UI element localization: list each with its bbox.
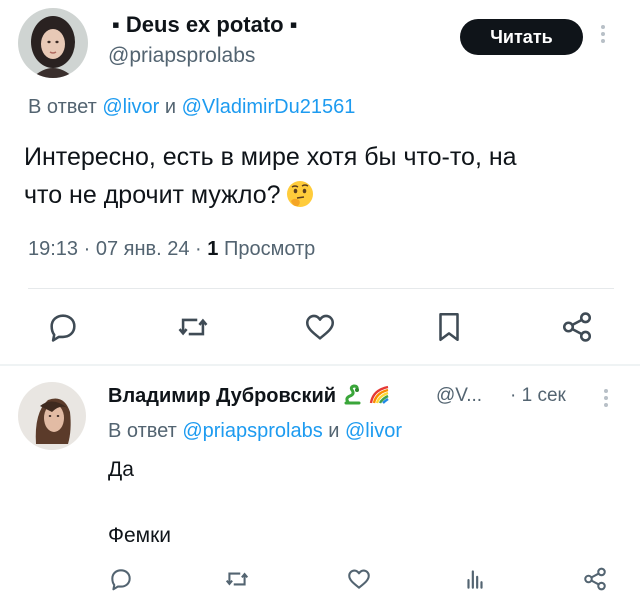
tweet-meta: 19:13 · 07 янв. 24 · 1 Просмотр <box>28 238 315 261</box>
like-icon[interactable] <box>346 566 372 592</box>
thinking-face-icon <box>286 181 313 207</box>
share-icon[interactable] <box>582 566 608 592</box>
reply-text-line-2: Фемки <box>108 524 171 547</box>
tweet-text-line-2: что не дрочит мужло? <box>24 181 281 209</box>
share-icon[interactable] <box>560 310 594 344</box>
bookmark-icon[interactable] <box>432 310 466 344</box>
reply-author-name-text[interactable]: Владимир Дубровский <box>108 385 336 407</box>
mention-livor[interactable]: @livor <box>102 96 159 118</box>
mention-vladimir[interactable]: @VladimirDu21561 <box>182 96 356 118</box>
reply-author-avatar[interactable] <box>18 382 86 450</box>
reply-icon[interactable] <box>108 566 134 592</box>
author-avatar[interactable] <box>18 8 88 78</box>
reply-text-line-1: Да <box>108 458 134 481</box>
reply-to-line: В ответ @priapsprolabs и @livor <box>108 420 402 443</box>
reply-timestamp[interactable]: · 1 сек <box>510 385 566 407</box>
mention-priapsprolabs[interactable]: @priapsprolabs <box>182 420 322 442</box>
reply-more-options-icon[interactable] <box>603 386 609 410</box>
reply-prefix: В ответ <box>28 96 103 118</box>
follow-button[interactable]: Читать <box>460 19 583 55</box>
reply-author-handle[interactable]: @V... <box>436 385 482 407</box>
views-count: 1 <box>207 238 219 260</box>
retweet-icon[interactable] <box>224 566 250 592</box>
divider <box>28 288 614 289</box>
section-separator <box>0 364 640 366</box>
reply-conj: и <box>159 96 182 118</box>
rainbow-icon <box>369 385 389 404</box>
like-icon[interactable] <box>303 310 337 344</box>
more-options-icon[interactable] <box>600 22 606 46</box>
reply-conj: и <box>322 420 345 442</box>
views-label: Просмотр <box>218 238 316 260</box>
reply-icon[interactable] <box>46 310 80 344</box>
mention-livor[interactable]: @livor <box>345 420 402 442</box>
main-tweet: ▪ Deus ex potato ▪ @priapsprolabs Читать… <box>0 0 640 365</box>
views-icon[interactable] <box>462 566 488 592</box>
tweet-text-line-1: Интересно, есть в мире хотя бы что-то, н… <box>24 143 517 171</box>
reply-to-line: В ответ @livor и @VladimirDu21561 <box>28 96 355 119</box>
author-name[interactable]: ▪ Deus ex potato ▪ <box>112 12 298 38</box>
tweet-timestamp[interactable]: 19:13 · 07 янв. 24 · <box>28 238 207 260</box>
reply-author-name[interactable]: Владимир Дубровский <box>108 384 391 408</box>
retweet-icon[interactable] <box>176 310 210 344</box>
snake-icon <box>344 384 361 405</box>
tweet-text: Интересно, есть в мире хотя бы что-то, н… <box>24 138 624 214</box>
author-handle[interactable]: @priapsprolabs <box>108 44 255 68</box>
reply-prefix: В ответ <box>108 420 183 442</box>
